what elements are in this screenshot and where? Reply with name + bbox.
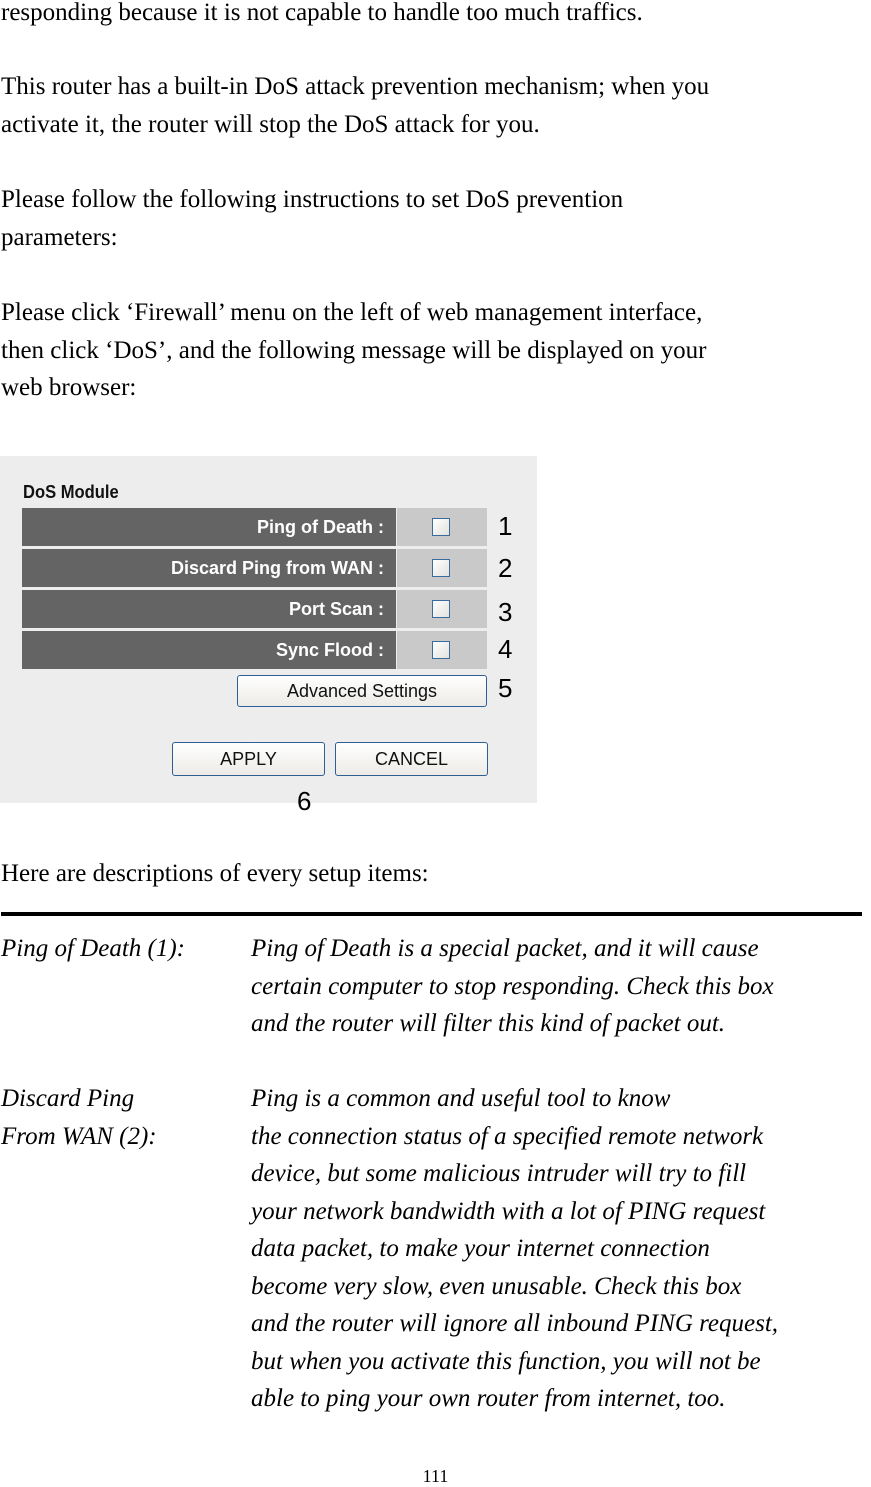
callout-2: 2	[498, 553, 513, 583]
row-label: Discard Ping from WAN :	[22, 549, 396, 587]
intro-paragraph-3: Please follow the following instructions…	[1, 186, 624, 251]
row-discard-ping-from-wan: Discard Ping from WAN :	[22, 549, 487, 587]
discard-ping-checkbox[interactable]	[432, 559, 450, 577]
row-label: Sync Flood :	[22, 631, 396, 669]
row-label: Port Scan :	[22, 590, 396, 628]
item-term-discard-ping: Discard Ping From WAN (2):	[1, 1085, 157, 1150]
callout-4: 4	[498, 634, 513, 664]
sync-flood-checkbox[interactable]	[432, 641, 450, 659]
callout-5: 5	[498, 673, 513, 703]
port-scan-checkbox[interactable]	[432, 600, 450, 618]
row-ping-of-death: Ping of Death :	[22, 508, 487, 546]
dos-module-screenshot: DoS Module Ping of Death : Discard Ping …	[0, 456, 537, 803]
item-description-discard-ping: Ping is a common and useful tool to know…	[251, 1085, 779, 1412]
item-term-ping-of-death: Ping of Death (1):	[1, 935, 185, 962]
row-label: Ping of Death :	[22, 508, 396, 546]
section-divider	[1, 912, 862, 916]
page-number: 111	[422, 1466, 449, 1486]
intro-paragraph-1: responding because it is not capable to …	[1, 0, 643, 26]
dos-module-title: DoS Module	[23, 482, 119, 502]
cancel-button[interactable]: CANCEL	[335, 742, 488, 776]
callout-1: 1	[498, 511, 513, 541]
row-port-scan: Port Scan :	[22, 590, 487, 628]
intro-paragraph-4: Please click ‘Firewall’ menu on the left…	[1, 299, 707, 401]
item-description-ping-of-death: Ping of Death is a special packet, and i…	[251, 935, 774, 1037]
ping-of-death-checkbox[interactable]	[432, 518, 450, 536]
descriptions-heading: Here are descriptions of every setup ite…	[1, 860, 429, 887]
callout-6: 6	[297, 786, 312, 816]
intro-paragraph-2: This router has a built-in DoS attack pr…	[1, 73, 710, 138]
apply-button[interactable]: APPLY	[172, 742, 325, 776]
row-sync-flood: Sync Flood :	[22, 631, 487, 669]
callout-3: 3	[498, 597, 513, 627]
advanced-settings-button[interactable]: Advanced Settings	[237, 675, 487, 707]
